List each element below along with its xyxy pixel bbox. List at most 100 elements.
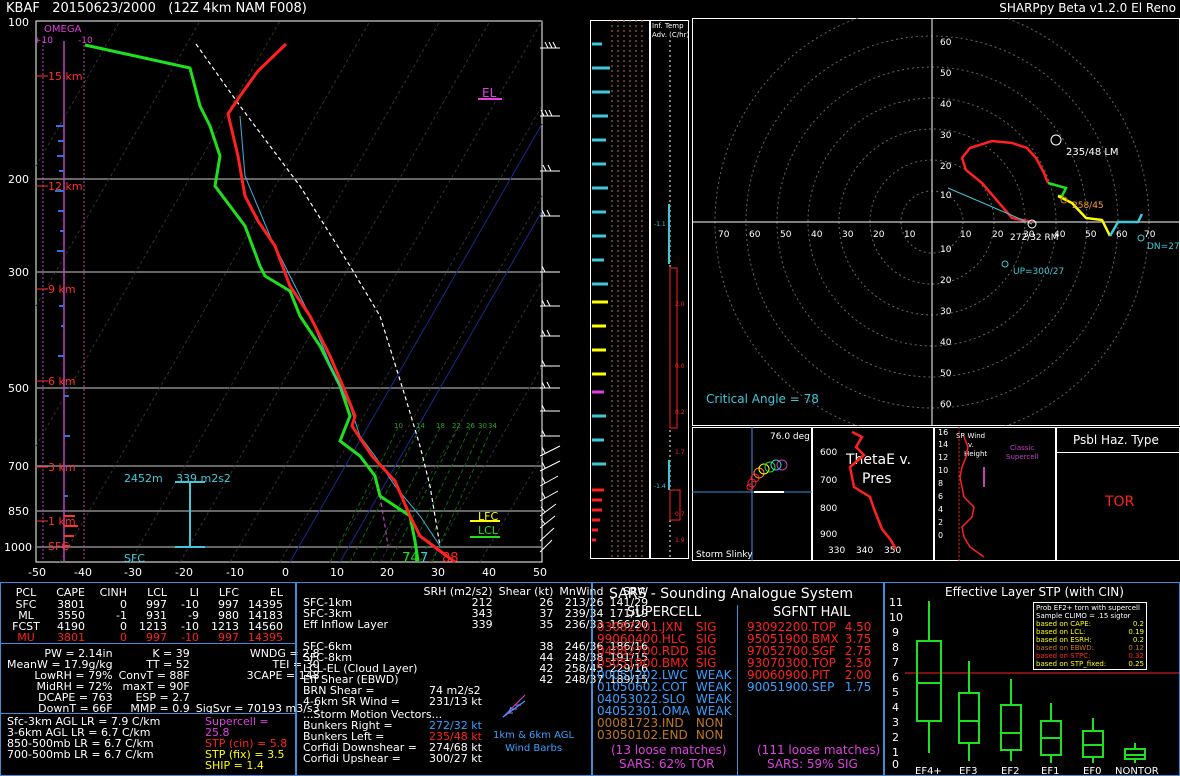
sfc-dewpoint: 74: [402, 551, 419, 566]
ring-label: 10: [940, 191, 952, 201]
inf-temp-value: 2.0: [675, 301, 685, 308]
svg-text:60: 60: [940, 400, 952, 410]
sars-hail-list: 93092200.TOP 4.50 95051900.BMX 3.75 970527…: [747, 620, 872, 694]
critical-angle: Critical Angle = 78: [706, 392, 819, 406]
temp-label: 50: [533, 566, 547, 579]
svg-text:Supercell: Supercell: [1006, 453, 1038, 461]
lm-label: 235/48 LM: [1066, 147, 1119, 158]
height-label: 1 km: [48, 515, 76, 528]
svg-text:4: 4: [892, 701, 899, 714]
svg-text:14: 14: [938, 440, 948, 449]
sars-supercell-title: SUPERCELL: [627, 605, 701, 620]
run-time: 20150623/2000: [52, 1, 156, 16]
svg-text:Classic: Classic: [1010, 444, 1034, 452]
skewt-panel[interactable]: 10 14 18 22 26 30 34 OMEGA +10 -10 15 km…: [0, 16, 590, 580]
temp-label: -40: [74, 566, 92, 579]
svg-text:v.: v.: [968, 441, 974, 449]
sars-supercell-prob: SARS: 62% TOR: [619, 757, 715, 771]
stp-category: EF1: [1041, 766, 1059, 775]
pressure-label: 500: [8, 382, 29, 395]
svg-text:9: 9: [892, 626, 899, 639]
height-label: SFC: [48, 540, 69, 553]
hazard-title: Psbl Haz. Type: [1073, 433, 1159, 447]
thetae-plot: ThetaE v. Pres 600 700 800 900 330 340 3…: [812, 427, 934, 561]
mixratio-label: 30: [478, 422, 487, 430]
inf-temp-value: 0.7: [675, 511, 685, 518]
svg-text:30: 30: [842, 230, 854, 240]
downshear-label: DN=274/68: [1147, 242, 1180, 252]
sars-hail-matches: (111 loose matches): [757, 743, 881, 757]
mean-wind-label: 258/45: [1072, 201, 1104, 211]
svg-text:40: 40: [940, 338, 952, 348]
sr-wind-46: 4-6km SR Wind =: [303, 695, 401, 708]
mixratio-label: 14: [416, 422, 425, 430]
sars-title: SARS - Sounding Analogue System: [609, 586, 853, 602]
svg-text:20: 20: [873, 230, 885, 240]
svg-text:70: 70: [1144, 230, 1156, 240]
stp-category: EF3: [959, 766, 977, 775]
height-label: 12 km: [48, 180, 83, 193]
upshear-label: UP=300/27: [1013, 267, 1064, 277]
pressure-label: 1000: [4, 541, 32, 554]
sr-wind-height: 16 14 12 10 8 6 4 2 0 SR Wind v. Height …: [934, 427, 1056, 561]
wind-barb-icon: [502, 694, 526, 718]
mixratio-label: 10: [394, 422, 403, 430]
model-info: (12Z 4km NAM F008): [168, 1, 307, 16]
inf-temp-value: 1.7: [675, 449, 685, 456]
pressure-label: 200: [8, 173, 29, 186]
lfc-marker-label: LFC: [478, 510, 498, 523]
svg-text:50: 50: [940, 369, 952, 379]
pressure-label: 850: [8, 505, 29, 518]
svg-text:2: 2: [938, 518, 943, 527]
svg-text:12: 12: [938, 453, 948, 462]
svg-text:7: 7: [892, 656, 899, 669]
app-version: SHARPpy Beta v1.2.0 El Reno: [999, 1, 1176, 15]
svg-text:0: 0: [938, 531, 943, 540]
stp-panel: Effective Layer STP (with CIN) 11 10 9 8…: [884, 582, 1180, 776]
svg-text:50: 50: [780, 230, 792, 240]
sars-panel: SARS - Sounding Analogue System SUPERCEL…: [592, 582, 884, 776]
storm-motion-vectors: Bunkers Right = Bunkers Left = Corfidi Do…: [303, 719, 418, 765]
inf-temp-title: Inf. Temp: [652, 22, 684, 30]
pressure-label: 100: [8, 16, 29, 29]
svg-text:2: 2: [892, 731, 899, 744]
parcel-row-selected[interactable]: MU 3801 0 997 -10 997 14395: [7, 632, 287, 643]
svg-text:8: 8: [938, 479, 943, 488]
lapse-rates: Sfc-3km AGL LR = 7.9 C/km 3-6km AGL LR = …: [7, 715, 161, 761]
wind-speed-column: Inf. Temp Adv. (C/hr) -1.1 -1.4 2.0 0.0 …: [590, 20, 689, 559]
hazard-panel: Psbl Haz. Type TOR: [1056, 427, 1180, 561]
svg-text:SR Wind: SR Wind: [956, 432, 985, 440]
svg-text:700: 700: [820, 476, 837, 486]
stp-category: EF0: [1083, 766, 1101, 775]
sars-hail-prob: SARS: 59% SIG: [767, 757, 858, 771]
svg-text:30: 30: [940, 307, 952, 317]
sfc-wetbulb: 7: [420, 551, 428, 566]
temp-label: 30: [431, 566, 445, 579]
svg-text:6: 6: [892, 671, 899, 684]
svg-text:5: 5: [892, 686, 899, 699]
height-label: 3 km: [48, 461, 76, 474]
mixratio-label: 18: [436, 422, 445, 430]
station-id: KBAF: [6, 1, 40, 16]
svg-text:11: 11: [889, 596, 903, 609]
svg-text:50: 50: [1085, 230, 1097, 240]
svg-text:6: 6: [938, 492, 943, 501]
pressure-label: 300: [8, 266, 29, 279]
svg-text:60: 60: [749, 230, 761, 240]
eff-layer-height: 2452m: [124, 472, 163, 485]
stp-category: EF2: [1001, 766, 1019, 775]
svg-text:10: 10: [940, 245, 952, 255]
svg-text:330: 330: [828, 546, 845, 556]
omega-scale-left: +10: [34, 36, 53, 46]
thetae-y-label: 600: [820, 448, 837, 458]
temp-label: 10: [330, 566, 344, 579]
composite-indices: Supercell = 25.8 STP (cin) = 5.8 STP (fi…: [205, 715, 288, 772]
stp-category: EF4+: [915, 766, 942, 775]
el-marker-label: EL: [482, 86, 497, 100]
svg-text:20: 20: [940, 276, 952, 286]
temp-label: -20: [175, 566, 193, 579]
inf-temp-value: -1.4: [654, 483, 666, 490]
hodograph[interactable]: 60 50 40 30 20 10 10 20 30 40 50 60 70 6…: [692, 18, 1180, 426]
eff-layer-srh: 339 m2s2: [176, 472, 231, 485]
ring-label: 60: [940, 38, 952, 48]
